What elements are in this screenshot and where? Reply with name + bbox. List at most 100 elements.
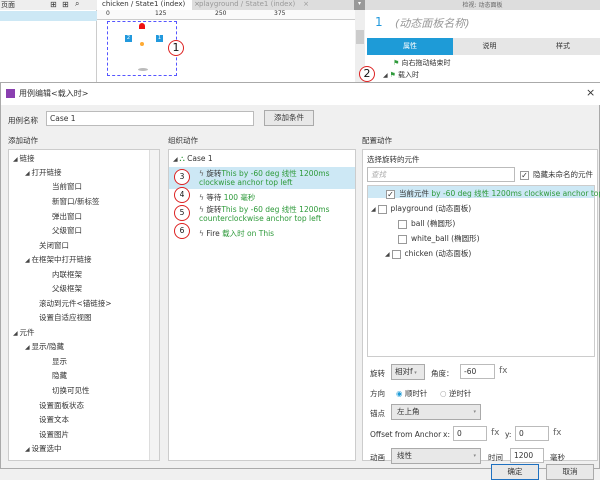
offset-label: Offset from Anchor xyxy=(370,430,442,439)
tree-item[interactable]: 切换可见性 xyxy=(52,385,90,396)
tree-item[interactable]: ◢ 元件 xyxy=(13,327,35,338)
tree-item[interactable]: 设置文本 xyxy=(39,414,69,425)
direction-label: 方向 xyxy=(370,389,385,398)
add-folder-icon[interactable]: ⊞ xyxy=(62,0,69,9)
annotation-badge: 6 xyxy=(174,223,190,239)
ruler-tick: 375 xyxy=(274,10,286,17)
add-icon[interactable]: ⊞ xyxy=(50,0,57,9)
case-item[interactable]: ◢ ⛬ Case 1 xyxy=(173,154,213,164)
annotation-badge: 3 xyxy=(174,169,190,185)
annotation-badge: 2 xyxy=(359,66,375,82)
tree-item[interactable]: 关闭窗口 xyxy=(39,240,69,251)
ruler-tick: 0 xyxy=(106,10,110,17)
offset-x-fx-button[interactable]: fx xyxy=(491,428,500,438)
tree-item[interactable]: ◢ 显示/隐藏 xyxy=(25,341,64,352)
annotation-badge: 5 xyxy=(174,205,190,221)
inspector-header: 检视: 动态面板 xyxy=(365,0,600,10)
configure-action-heading: 配置动作 xyxy=(362,136,392,145)
event-icon: ⚑ xyxy=(393,59,402,67)
tab-properties[interactable]: 属性 xyxy=(367,38,453,55)
tree-item[interactable]: 设置面板状态 xyxy=(39,400,84,411)
event-drag-end[interactable]: ⚑ 向右拖动结束时 xyxy=(393,58,451,68)
configure-panel: 选择旋转的元件 查找 ✓ 隐藏未命名的元件 ✓ 当前元件 by -60 deg 线性… xyxy=(362,149,600,464)
angle-fx-button[interactable]: fx xyxy=(499,366,508,376)
ms-label: 毫秒 xyxy=(550,453,565,462)
organize-actions-list: ◢ ⛬ Case 1 ϟ 旋转This by -60 deg 线性 1200ms… xyxy=(168,149,356,461)
time-label: 时间 xyxy=(488,453,503,462)
case-name-input[interactable]: Case 1 xyxy=(46,111,254,126)
hide-unnamed-checkbox[interactable]: ✓ 隐藏未命名的元件 xyxy=(520,169,593,180)
canvas-area: chicken / State1 (index) × playground / S… xyxy=(97,0,365,82)
scrollbar[interactable] xyxy=(149,150,159,460)
target-item[interactable]: ◢ playground (动态面板) xyxy=(371,203,471,214)
tab-playground[interactable]: playground / State1 (index) × xyxy=(197,0,309,10)
animation-select[interactable]: 线性 ▾ xyxy=(391,448,481,464)
tree-item[interactable]: 隐藏 xyxy=(52,370,67,381)
action-item[interactable]: ϟ 旋转This by -60 deg 线性 1200ms counterclo… xyxy=(199,205,339,223)
angle-input[interactable]: -60 xyxy=(460,364,495,379)
action-tree: ◢ 链接 ◢ 打开链接 当前窗口 新窗口/新标签 弹出窗口 父级窗口 关闭窗口 … xyxy=(8,149,160,461)
search-icon[interactable]: ⌕ xyxy=(75,0,79,9)
clockwise-radio[interactable]: ◉ 顺时针 xyxy=(396,388,427,399)
select-target-label: 选择旋转的元件 xyxy=(367,155,420,164)
tree-item[interactable]: 显示 xyxy=(52,356,67,367)
tree-item[interactable]: ◢ 在框架中打开链接 xyxy=(25,254,92,265)
ruler: 0 125 250 375 xyxy=(97,10,355,20)
tree-item[interactable]: 新窗口/新标签 xyxy=(52,196,100,207)
target-tree: ✓ 当前元件 by -60 deg 线性 1200ms clockwise anc… xyxy=(367,185,600,357)
tree-item[interactable]: 父级框架 xyxy=(52,283,82,294)
tree-item[interactable]: 设置图片 xyxy=(39,429,69,440)
panel-name-input[interactable]: (动态面板名称) xyxy=(395,15,470,31)
app-icon xyxy=(6,89,15,98)
rotate-label: 旋转 xyxy=(370,369,385,378)
ok-button[interactable]: 确定 xyxy=(491,464,539,480)
selected-page-row[interactable] xyxy=(0,11,97,21)
cancel-button[interactable]: 取消 xyxy=(546,464,594,480)
inspector-panel: 检视: 动态面板 1 (动态面板名称) 属性 说明 样式 ⚑ 向右拖动结束时 ◢… xyxy=(365,0,600,82)
rotate-mode-select[interactable]: 相对f ▾ xyxy=(391,364,425,380)
tree-item[interactable]: ◢ 打开链接 xyxy=(25,167,62,178)
time-input[interactable]: 1200 xyxy=(510,448,544,463)
event-onload[interactable]: ◢ ⚑ 载入时 xyxy=(383,70,419,80)
tree-item[interactable]: 弹出窗口 xyxy=(52,211,82,222)
ruler-tick: 125 xyxy=(155,10,167,17)
tab-style[interactable]: 样式 xyxy=(526,38,600,55)
tree-item[interactable]: 父级窗口 xyxy=(52,225,82,236)
y-label: y: xyxy=(505,430,512,439)
action-item[interactable]: ϟ 旋转This by -60 deg 线性 1200ms clockwise … xyxy=(199,169,355,187)
target-item[interactable]: ball (椭圆形) xyxy=(398,218,455,229)
tree-item[interactable]: ◢ 设置选中 xyxy=(25,443,62,454)
tree-item[interactable]: 滚动到元件<锚链接> xyxy=(39,298,112,309)
close-icon[interactable]: × xyxy=(586,86,595,99)
tab-notes[interactable]: 说明 xyxy=(453,38,526,55)
target-item[interactable]: ✓ 当前元件 by -60 deg 线性 1200ms clockwise anc… xyxy=(386,188,600,199)
animation-label: 动画 xyxy=(370,453,385,462)
offset-y-fx-button[interactable]: fx xyxy=(553,428,562,438)
counterclockwise-radio[interactable]: ○ 逆时针 xyxy=(440,388,471,399)
target-item[interactable]: ◢ chicken (动态面板) xyxy=(385,248,471,259)
tab-label: chicken / State1 (index) xyxy=(102,0,186,8)
tab-chicken[interactable]: chicken / State1 (index) × xyxy=(97,0,200,10)
anchor-select[interactable]: 左上角 ▾ xyxy=(391,404,481,420)
add-condition-button[interactable]: 添加条件 xyxy=(264,110,314,126)
chicken-panel[interactable]: 2 1 xyxy=(107,21,177,76)
event-label: 载入时 xyxy=(398,71,420,79)
panel-number: 1 xyxy=(375,15,383,29)
offset-x-input[interactable]: 0 xyxy=(453,426,487,441)
search-input[interactable]: 查找 xyxy=(367,167,515,182)
close-icon[interactable]: × xyxy=(303,0,309,8)
tree-item[interactable]: 内联框架 xyxy=(52,269,82,280)
action-item[interactable]: ϟ Fire 载入时 on This xyxy=(199,228,274,239)
dialog-titlebar: 用例编辑<载入时> × xyxy=(1,83,600,105)
add-action-heading: 添加动作 xyxy=(8,136,38,145)
dialog-title: 用例编辑<载入时> xyxy=(19,89,89,98)
tab-dropdown[interactable]: ▾ xyxy=(354,0,365,10)
target-item[interactable]: white_ball (椭圆形) xyxy=(398,233,480,244)
tree-item[interactable]: ◢ 链接 xyxy=(13,153,35,164)
tree-item[interactable]: 当前窗口 xyxy=(52,181,82,192)
tree-item[interactable]: 设置自适应视图 xyxy=(39,312,92,323)
angle-label: 角度： xyxy=(431,369,454,378)
action-item[interactable]: ϟ 等待 100 毫秒 xyxy=(199,192,255,203)
x-label: x: xyxy=(443,430,450,439)
offset-y-input[interactable]: 0 xyxy=(515,426,549,441)
